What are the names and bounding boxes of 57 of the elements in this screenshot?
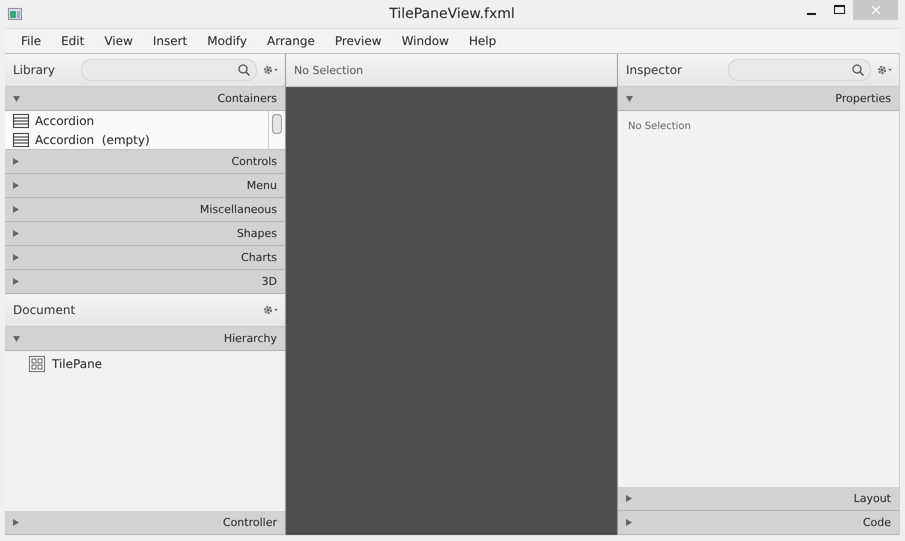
search-field[interactable] <box>80 59 257 81</box>
collapse-arrow-icon <box>13 96 20 102</box>
panel-title: Inspector <box>626 63 682 77</box>
window-title: TilePaneView.fxml <box>389 6 515 22</box>
expand-arrow-icon <box>626 519 632 526</box>
menu-item[interactable]: Insert <box>142 34 198 48</box>
section-header[interactable]: Code <box>618 511 899 535</box>
close-icon <box>870 5 880 15</box>
collapse-arrow-icon <box>13 336 20 342</box>
panel-title: Library <box>13 63 55 77</box>
menu-item[interactable]: Help <box>458 34 506 48</box>
expand-arrow-icon <box>13 230 19 237</box>
menu-item[interactable]: Preview <box>324 34 392 48</box>
empty-message: No Selection <box>627 120 692 134</box>
menu-item[interactable]: File <box>11 34 52 48</box>
section-header[interactable]: Shapes <box>5 222 285 246</box>
accordion-icon <box>13 132 29 146</box>
expand-arrow-icon <box>13 158 19 165</box>
app-icon <box>8 8 22 20</box>
panel-title: Document <box>13 303 76 317</box>
section-header[interactable]: Controls <box>5 150 285 174</box>
menu-item[interactable]: Arrange <box>257 34 325 48</box>
selection-label: No Selection <box>294 64 364 76</box>
section-header[interactable]: Miscellaneous <box>5 198 285 222</box>
menu-item[interactable]: Edit <box>51 34 94 48</box>
section-header[interactable]: Menu <box>5 174 285 198</box>
tree-item[interactable]: TilePane <box>52 357 102 371</box>
maximize-icon <box>834 5 844 15</box>
section-header[interactable]: Containers <box>5 87 285 111</box>
section-header[interactable]: Properties <box>618 87 899 111</box>
section-header[interactable]: Controller <box>5 511 285 535</box>
expand-arrow-icon <box>13 278 19 285</box>
search-icon <box>238 64 250 76</box>
section-header[interactable]: Hierarchy <box>5 327 285 351</box>
menu-item[interactable]: Window <box>392 34 459 48</box>
section-header[interactable]: 3D <box>5 270 285 294</box>
expand-arrow-icon <box>13 182 19 189</box>
expand-arrow-icon <box>13 254 19 261</box>
menu-item[interactable]: View <box>94 34 143 48</box>
section-header[interactable]: Layout <box>618 487 899 511</box>
expand-arrow-icon <box>13 206 19 213</box>
menu-item[interactable]: Modify <box>197 34 258 48</box>
scrollbar-thumb[interactable] <box>272 114 282 134</box>
gear-menu-icon[interactable] <box>263 305 279 315</box>
section-header[interactable]: Charts <box>5 246 285 270</box>
search-icon <box>852 64 864 76</box>
accordion-icon <box>13 114 29 128</box>
tile-pane-icon <box>29 356 45 372</box>
collapse-arrow-icon <box>626 96 633 102</box>
gear-menu-icon[interactable] <box>877 65 893 75</box>
minimize-icon <box>806 12 816 14</box>
search-field[interactable] <box>728 59 871 81</box>
expand-arrow-icon <box>13 519 19 526</box>
expand-arrow-icon <box>626 495 632 502</box>
library-item[interactable]: Accordion <box>35 114 94 128</box>
gear-menu-icon[interactable] <box>263 65 279 75</box>
library-item[interactable]: Accordion (empty) <box>35 132 150 146</box>
